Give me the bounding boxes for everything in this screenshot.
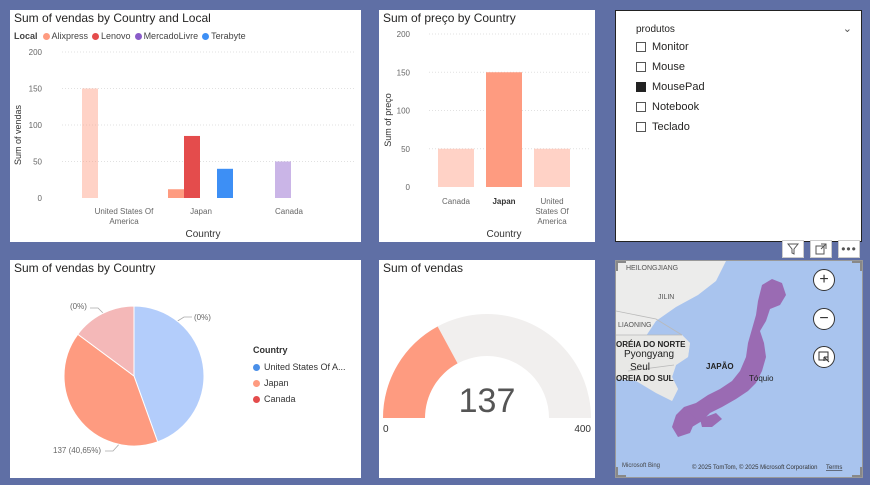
x-axis-title: Country [486, 229, 521, 240]
gauge-value: 137 [459, 382, 516, 420]
slicer-item-mouse[interactable]: Mouse [636, 59, 685, 75]
gauge-plot: 0 400 137 [383, 314, 591, 435]
checkbox[interactable] [636, 42, 646, 52]
selection-corner [616, 467, 626, 477]
produtos-slicer[interactable]: produtos ⌄ Monitor Mouse MousePad Notebook T… [615, 10, 862, 242]
bar-alixpress[interactable] [168, 189, 184, 198]
japan-shape [676, 279, 786, 427]
zoom-out-icon[interactable]: − [813, 308, 835, 330]
legend-dot [253, 395, 260, 403]
legend-title: Country [253, 345, 288, 355]
x-tick-label: Canada [275, 207, 304, 216]
legend-item-canada[interactable]: Canada [253, 391, 346, 407]
map-label: LIAONING [618, 322, 651, 329]
select-area-icon[interactable] [813, 346, 835, 368]
slicer-title: produtos [636, 24, 675, 35]
legend-dot [253, 363, 260, 371]
map-canvas[interactable]: HEILONGJIANG JILIN LIAONING ORÉIA DO NOR… [616, 261, 863, 478]
y-tick-label: 200 [29, 48, 43, 57]
legend-dot [253, 379, 260, 387]
zoom-in-icon[interactable]: + [813, 269, 835, 291]
data-label: (0%) [194, 313, 211, 322]
map-label: JILIN [658, 294, 674, 301]
slicer-item-teclado[interactable]: Teclado [636, 119, 690, 135]
y-axis-title: Sum of preço [383, 93, 393, 147]
bar-mercadolivre[interactable] [275, 161, 291, 199]
bar-terabyte[interactable] [217, 168, 233, 198]
bar-canada[interactable] [438, 148, 474, 187]
bar-united-states-of-america[interactable] [534, 148, 570, 187]
legend-item-usa[interactable]: United States Of A... [253, 359, 346, 375]
bar-alixpress[interactable] [82, 88, 98, 199]
x-tick-label: Canada [442, 197, 471, 206]
y-tick-label: 100 [29, 121, 43, 130]
map-card[interactable]: HEILONGJIANG JILIN LIAONING ORÉIA DO NOR… [615, 260, 863, 478]
y-axis-title: Sum of vendas [13, 104, 23, 165]
x-tick-label: Japan [190, 207, 212, 216]
map-label: Seul [630, 362, 650, 373]
bar-chart-plot: Sum of vendas Country United States Of A… [13, 48, 355, 240]
bar-lenovo[interactable] [184, 135, 200, 198]
x-tick-label: States Of [535, 207, 569, 216]
checkbox[interactable] [636, 82, 646, 92]
bar-japan[interactable] [486, 72, 522, 187]
map-label: JAPÃO [706, 362, 734, 371]
checkbox[interactable] [636, 102, 646, 112]
data-label: 137 (40,65%) [53, 446, 101, 455]
gauge-max-label: 400 [574, 424, 591, 435]
map-terms[interactable]: Terms [826, 465, 842, 471]
slicer-item-monitor[interactable]: Monitor [636, 39, 689, 55]
gauge-min-label: 0 [383, 424, 389, 435]
selection-corner [616, 261, 626, 271]
map-label: ORÉIA DO NORTE [616, 340, 686, 349]
x-tick-label: United [540, 197, 563, 206]
slicer-item-notebook[interactable]: Notebook [636, 99, 699, 115]
map-label: HEILONGJIANG [626, 265, 678, 272]
y-tick-label: 100 [397, 107, 411, 116]
map-brand: Microsoft Bing [622, 463, 660, 469]
vendas-gauge-card[interactable]: Sum of vendas 0 400 137 [379, 260, 595, 478]
pie-legend: Country United States Of A... Japan Cana… [253, 345, 346, 407]
slicer-item-label: MousePad [652, 81, 705, 93]
x-axis-title: Country [185, 229, 220, 240]
map-copyright: © 2025 TomTom, © 2025 Microsoft Corporat… [692, 464, 817, 471]
selection-corner [852, 467, 862, 477]
x-tick-label: Japan [492, 197, 515, 206]
chevron-down-icon[interactable]: ⌄ [843, 22, 852, 35]
x-tick-label: United States Of [95, 207, 154, 216]
map-label: Tóquio [749, 374, 774, 383]
more-options-icon[interactable]: ••• [838, 240, 860, 258]
selection-corner [852, 261, 862, 271]
focus-mode-icon[interactable] [810, 240, 832, 258]
x-tick-label: America [537, 217, 567, 226]
column-chart-plot: Sum of preço Country Canada Japan United… [383, 30, 589, 240]
legend-label: Japan [264, 378, 289, 388]
y-tick-label: 0 [406, 183, 411, 192]
map-label: Pyongyang [624, 349, 674, 360]
checkbox[interactable] [636, 122, 646, 132]
legend-item-japan[interactable]: Japan [253, 375, 346, 391]
legend-label: Canada [264, 394, 296, 404]
slicer-item-label: Teclado [652, 121, 690, 133]
filter-icon[interactable] [782, 240, 804, 258]
slicer-item-label: Monitor [652, 41, 689, 53]
map-label: OREIA DO SUL [616, 374, 674, 383]
data-label: (0%) [70, 302, 87, 311]
vendas-by-country-local-card[interactable]: Sum of vendas by Country and Local Local… [10, 10, 361, 242]
y-tick-label: 150 [29, 85, 43, 94]
y-tick-label: 0 [38, 194, 43, 203]
y-tick-label: 50 [401, 145, 410, 154]
y-tick-label: 50 [33, 158, 42, 167]
checkbox[interactable] [636, 62, 646, 72]
preco-by-country-card[interactable]: Sum of preço by Country Sum of preço Cou… [379, 10, 595, 242]
y-tick-label: 150 [397, 68, 411, 77]
vendas-by-country-pie-card[interactable]: Sum of vendas by Country (0%) (0%) 137 (… [10, 260, 361, 478]
slicer-item-label: Notebook [652, 101, 700, 113]
slicer-item-label: Mouse [652, 61, 686, 73]
legend-label: United States Of A... [264, 362, 346, 372]
y-tick-label: 200 [397, 30, 411, 39]
x-tick-label: America [109, 217, 139, 226]
slicer-item-mousepad[interactable]: MousePad [636, 79, 705, 95]
